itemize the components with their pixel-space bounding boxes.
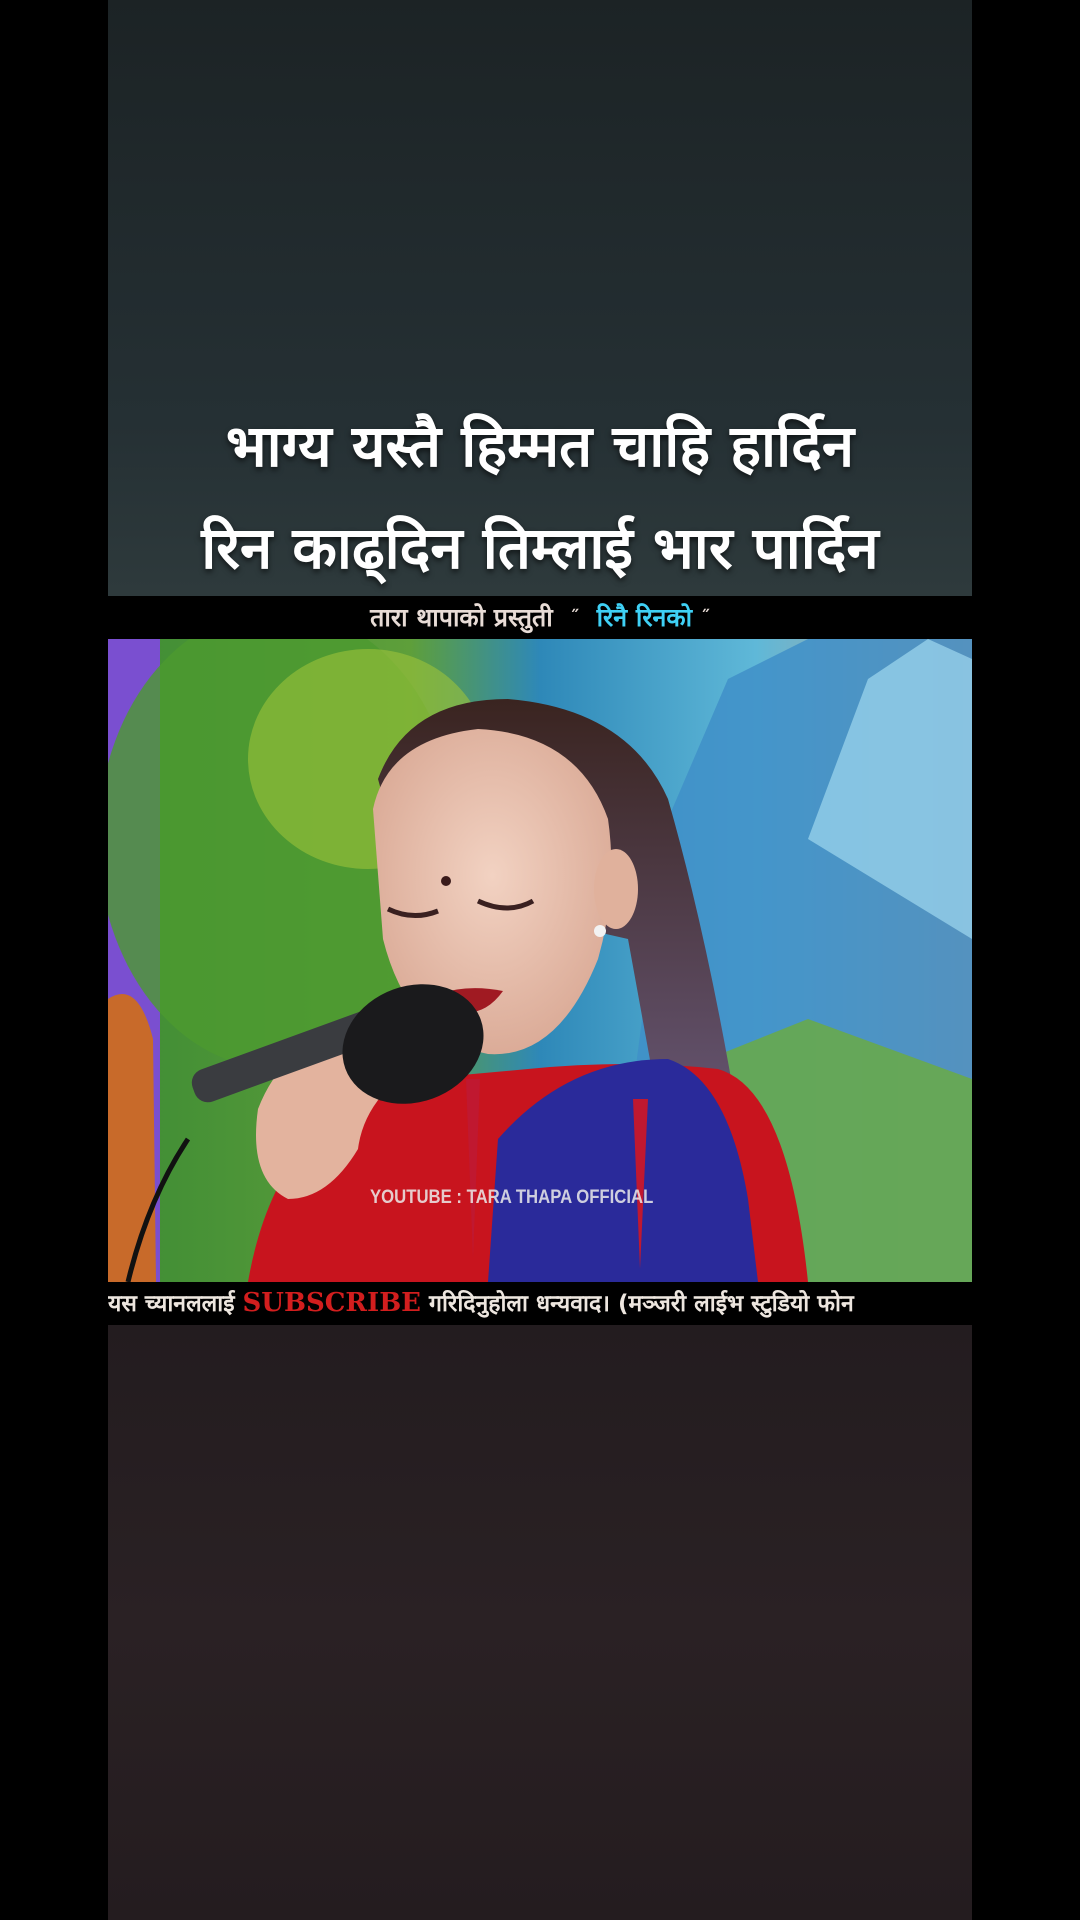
ticker-text-before: यस च्यानललाई [108, 1291, 235, 1317]
side-person-partial [108, 994, 156, 1282]
earring [594, 925, 606, 937]
presenter-label: तारा थापाको प्रस्तुती [370, 603, 553, 632]
bindi [441, 876, 451, 886]
song-title: रिनै रिनको [596, 603, 693, 632]
bottom-blurred-area [108, 1325, 972, 1920]
video-player[interactable]: YOUTUBE : TARA THAPA OFFICIAL [108, 639, 972, 1282]
quote-open: ˝ [570, 607, 580, 628]
ticker-subscribe: SUBSCRIBE [242, 1288, 421, 1318]
lyrics-line-1: भाग्य यस्तै हिम्मत चाहि हार्दिन [225, 412, 855, 480]
song-title-strip: तारा थापाको प्रस्तुती ˝ रिनै रिनको ˝ [108, 596, 972, 639]
singer-ear [594, 849, 638, 929]
scrolling-ticker: यस च्यानललाई SUBSCRIBE गरिदिनुहोला धन्यव… [108, 1282, 972, 1325]
ticker-text-after: गरिदिनुहोला धन्यवाद। (मञ्जरी लाईभ स्टुडि… [429, 1291, 854, 1317]
video-frame[interactable]: भाग्य यस्तै हिम्मत चाहि हार्दिन रिन काढ्… [108, 0, 972, 1920]
video-scene [108, 639, 972, 1282]
channel-watermark: YOUTUBE : TARA THAPA OFFICIAL [370, 1187, 654, 1208]
lyrics-caption: भाग्य यस्तै हिम्मत चाहि हार्दिन रिन काढ्… [108, 395, 972, 599]
lyrics-line-2: रिन काढ्दिन तिम्लाई भार पार्दिन [201, 514, 879, 582]
quote-close: ˝ [700, 607, 710, 628]
